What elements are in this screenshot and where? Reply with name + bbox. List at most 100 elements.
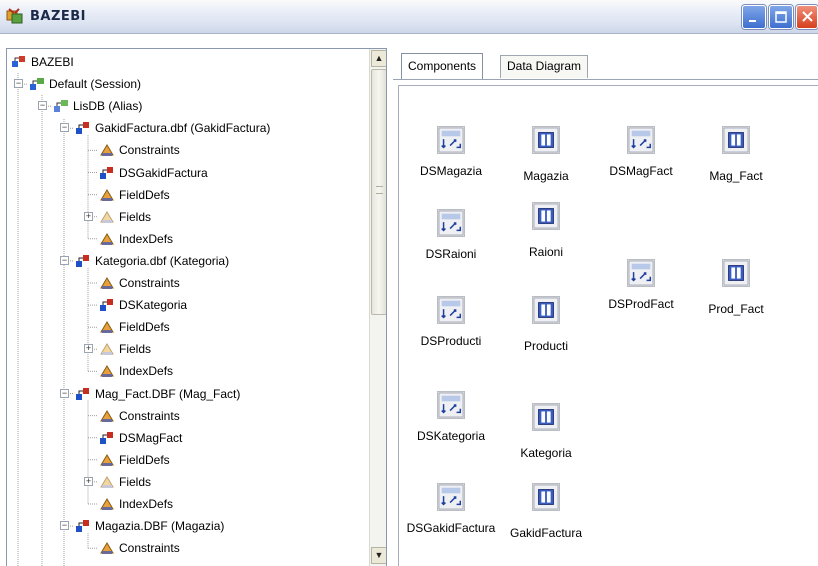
- tree-node[interactable]: FieldDefs: [99, 184, 170, 206]
- minimize-button[interactable]: [742, 5, 766, 29]
- tab-strip-border: [393, 79, 818, 80]
- table-component-icon: [533, 404, 559, 430]
- tree-node[interactable]: Magazia.DBF (Magazia): [75, 515, 224, 537]
- close-icon: [802, 11, 813, 22]
- tree-node[interactable]: Fields: [99, 206, 151, 228]
- datasource-icon: [437, 209, 465, 237]
- component-label: DSMagazia: [419, 164, 483, 178]
- tree-node[interactable]: FieldDefs: [99, 316, 170, 338]
- maximize-icon: [775, 11, 787, 23]
- grip-icon: [376, 186, 383, 194]
- tree-node-label: Fields: [119, 342, 152, 357]
- arrow-down-icon: ▼: [374, 550, 384, 560]
- table-icon: [75, 518, 91, 534]
- datasource-component-icon: [438, 484, 464, 510]
- tree-node-label: Constraints: [119, 408, 180, 423]
- table-component-icon: [533, 127, 559, 153]
- table-icon: [722, 126, 750, 154]
- table-icon: [532, 403, 560, 431]
- tree-node-label: Fields: [119, 209, 152, 224]
- tree-node-label: IndexDefs: [119, 497, 174, 511]
- title-bar[interactable]: BAZEBI: [0, 0, 818, 34]
- window-title: BAZEBI: [30, 9, 87, 24]
- constraints-icon: [99, 408, 115, 424]
- table-component-icon: [533, 297, 559, 323]
- tree-node-label: LisDB (Alias): [73, 99, 143, 114]
- tree-node[interactable]: Default (Session): [29, 73, 141, 95]
- table-icon: [75, 120, 91, 136]
- tree-node[interactable]: Constraints: [99, 405, 180, 427]
- table-icon: [75, 253, 91, 269]
- tab-data-diagram[interactable]: Data Diagram: [500, 55, 589, 78]
- datasource-icon: [437, 126, 465, 154]
- collapse-icon[interactable]: −: [60, 521, 69, 531]
- constraints-icon: [99, 275, 115, 291]
- tree-node[interactable]: Fields: [99, 338, 151, 360]
- collapse-icon[interactable]: −: [14, 79, 23, 89]
- fielddefs-icon: [99, 319, 115, 335]
- tree-node[interactable]: IndexDefs: [99, 228, 173, 250]
- tree-node[interactable]: Constraints: [99, 537, 180, 559]
- tree-node-label: DSKategoria: [119, 298, 188, 313]
- tree-node-label: Mag_Fact.DBF (Mag_Fact): [95, 386, 241, 401]
- app-icon: [6, 8, 23, 24]
- database-icon: [11, 54, 27, 70]
- datasource-icon: [627, 126, 655, 154]
- tree-node[interactable]: Mag_Fact.DBF (Mag_Fact): [75, 383, 240, 405]
- tab-components[interactable]: Components: [401, 53, 484, 79]
- constraints-icon: [99, 540, 115, 556]
- arrow-up-icon: ▲: [374, 53, 384, 63]
- tree-node[interactable]: GakidFactura.dbf (GakidFactura): [75, 117, 270, 139]
- fielddefs-icon: [99, 452, 115, 468]
- collapse-icon[interactable]: −: [60, 255, 69, 265]
- object-tree[interactable]: BAZEBI Default (Session) − LisDB (Alias) − Ga…: [7, 49, 369, 566]
- minimize-icon: [749, 20, 756, 22]
- tree-node[interactable]: Fields: [99, 471, 151, 493]
- component-label: Kategoria: [520, 446, 572, 460]
- scroll-down-button[interactable]: ▼: [371, 547, 386, 564]
- constraints-icon: [99, 142, 115, 158]
- maximize-button[interactable]: [769, 5, 793, 29]
- collapse-icon[interactable]: −: [60, 388, 69, 398]
- scroll-up-button[interactable]: ▲: [371, 50, 386, 67]
- tree-node[interactable]: Constraints: [99, 272, 180, 294]
- table-icon: [532, 202, 560, 230]
- close-button[interactable]: [796, 5, 818, 29]
- tree-node[interactable]: DSGakidFactura: [99, 162, 208, 184]
- tree-node[interactable]: BAZEBI: [11, 51, 74, 73]
- table-icon: [532, 126, 560, 154]
- datasource-icon: [627, 259, 655, 287]
- collapse-icon[interactable]: −: [60, 123, 69, 133]
- session-icon: [29, 76, 45, 92]
- expand-icon[interactable]: +: [84, 211, 93, 221]
- tree-node[interactable]: FieldDefs: [99, 449, 170, 471]
- tree-node-label: DSMagFact: [119, 430, 183, 445]
- component-label: DSProdFact: [608, 297, 674, 311]
- datasource-component-icon: [438, 392, 464, 418]
- table-component-icon: [723, 260, 749, 286]
- tree-node-label: DSGakidFactura: [119, 165, 208, 180]
- tree-node-label: IndexDefs: [119, 364, 174, 379]
- tree-vertical-scrollbar[interactable]: ▲ ▼: [369, 49, 386, 566]
- tree-node-label: Default (Session): [49, 77, 142, 92]
- scroll-thumb[interactable]: [371, 69, 386, 315]
- expand-icon[interactable]: +: [84, 476, 93, 486]
- tree-node[interactable]: IndexDefs: [99, 493, 173, 515]
- tree-node[interactable]: LisDB (Alias): [53, 95, 142, 117]
- component-label: DSMagFact: [609, 164, 673, 178]
- datasource-component-icon: [628, 260, 654, 286]
- tree-node[interactable]: Kategoria.dbf (Kategoria): [75, 250, 229, 272]
- components-design-area[interactable]: DSMagazia Magazia DSMagFact Mag_Fact DSRaion…: [398, 85, 818, 566]
- datasource-component-icon: [438, 127, 464, 153]
- tree-node[interactable]: Constraints: [99, 139, 180, 161]
- tree-node[interactable]: IndexDefs: [99, 360, 173, 382]
- component-label: Producti: [523, 339, 569, 353]
- tree-node[interactable]: DSMagFact: [99, 427, 182, 449]
- alias-icon: [53, 98, 69, 114]
- collapse-icon[interactable]: −: [38, 101, 47, 111]
- component-label: Prod_Fact: [708, 302, 764, 316]
- component-label: GakidFactura: [509, 526, 583, 540]
- component-label: Mag_Fact: [709, 169, 763, 183]
- expand-icon[interactable]: +: [84, 344, 93, 354]
- tree-node[interactable]: DSKategoria: [99, 294, 187, 316]
